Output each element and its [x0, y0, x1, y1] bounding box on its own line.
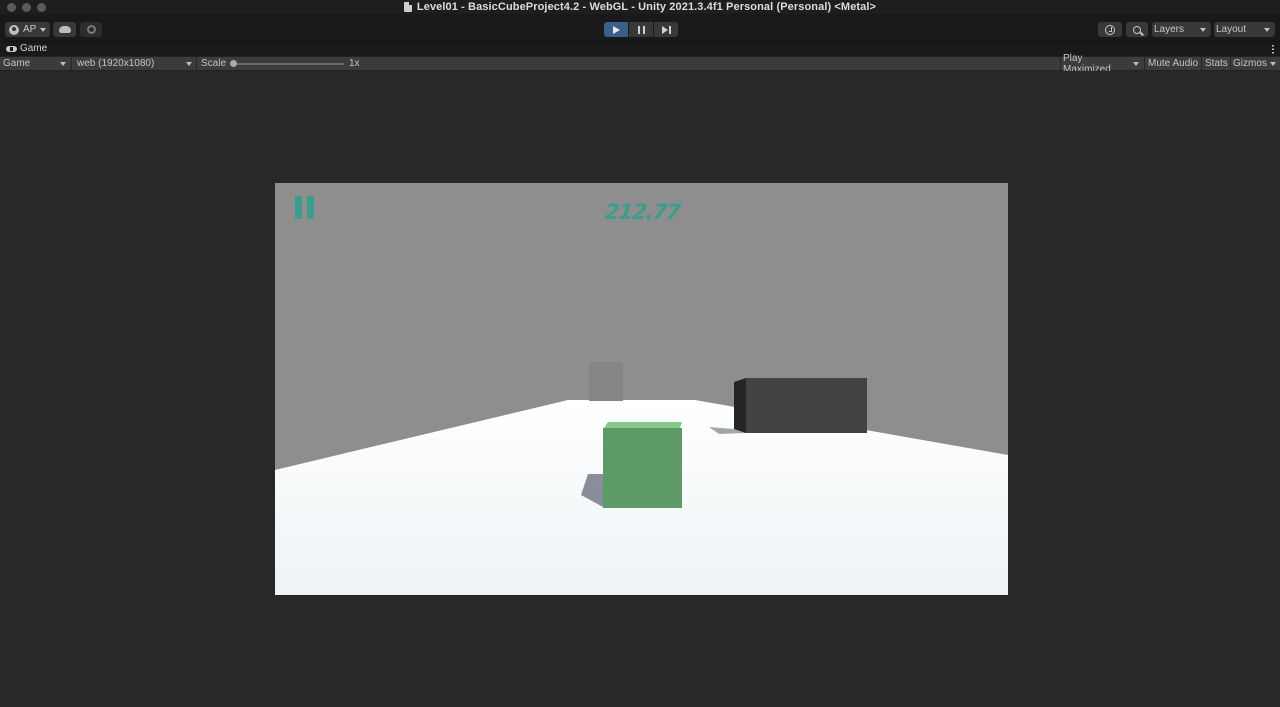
cloud-icon — [58, 26, 71, 33]
player-cube — [603, 428, 682, 508]
search-icon — [1133, 25, 1141, 34]
account-label: AP — [23, 24, 37, 35]
step-icon — [661, 25, 671, 34]
more-options-icon[interactable] — [1272, 44, 1274, 54]
gamepad-icon — [6, 45, 17, 52]
display-dropdown[interactable]: Game — [0, 57, 70, 70]
chevron-down-icon — [40, 27, 47, 32]
layout-dropdown[interactable]: Layout — [1214, 22, 1275, 37]
layers-dropdown[interactable]: Layers — [1152, 22, 1211, 37]
score-counter: 212.77 — [603, 200, 682, 224]
chevron-down-icon — [186, 61, 192, 66]
gear-icon — [86, 25, 96, 34]
cloud-button[interactable] — [53, 22, 76, 37]
layers-label: Layers — [1154, 24, 1185, 35]
title-bar: Level01 - BasicCubeProject4.2 - WebGL - … — [0, 0, 1280, 14]
distant-obstacle — [589, 362, 623, 401]
document-icon — [403, 2, 412, 12]
resolution-dropdown[interactable]: web (1920x1080) — [74, 57, 196, 70]
chevron-down-icon — [1264, 27, 1270, 32]
history-icon — [1105, 24, 1115, 35]
tab-game-label: Game — [20, 43, 48, 54]
resolution-label: web (1920x1080) — [77, 58, 155, 69]
step-button[interactable] — [654, 22, 678, 37]
tab-game[interactable]: Game — [6, 43, 47, 54]
play-button[interactable] — [604, 22, 628, 37]
pause-button[interactable] — [629, 22, 653, 37]
chevron-down-icon — [1270, 61, 1276, 66]
search-button[interactable] — [1126, 22, 1148, 37]
layout-label: Layout — [1216, 24, 1247, 35]
gizmos-label: Gizmos — [1233, 58, 1267, 69]
undo-history-button[interactable] — [1098, 22, 1122, 37]
play-maximized-dropdown[interactable]: Play Maximized — [1061, 53, 1143, 75]
stats-toggle[interactable]: Stats — [1205, 57, 1228, 70]
scale-slider-handle[interactable] — [230, 60, 237, 67]
separator — [196, 57, 197, 70]
gizmos-dropdown[interactable]: Gizmos — [1231, 57, 1280, 70]
game-view-toolbar: Game web (1920x1080) Scale 1x Play Maxim… — [0, 53, 1280, 75]
obstacle-block — [746, 378, 867, 433]
main-toolbar: AP Layers Layout — [0, 14, 1280, 42]
game-viewport[interactable]: 212.77 — [275, 183, 1008, 595]
separator — [1201, 57, 1202, 70]
account-icon — [9, 24, 19, 35]
scale-label: Scale — [201, 58, 227, 69]
chevron-down-icon — [1133, 61, 1139, 66]
account-dropdown[interactable]: AP — [5, 22, 50, 37]
chevron-down-icon — [1200, 27, 1206, 32]
separator — [71, 57, 72, 70]
window-title: Level01 - BasicCubeProject4.2 - WebGL - … — [416, 1, 877, 13]
pause-icon — [637, 25, 645, 34]
game-scene — [275, 183, 1008, 595]
play-controls — [604, 22, 678, 37]
display-label: Game — [3, 58, 31, 69]
obstacle-side — [734, 378, 746, 433]
scale-slider-track[interactable] — [234, 63, 344, 65]
scale-value: 1x — [349, 58, 360, 69]
player-top — [604, 422, 682, 428]
collab-button[interactable] — [80, 22, 102, 37]
play-icon — [612, 25, 620, 34]
chevron-down-icon — [60, 61, 66, 66]
separator — [1144, 57, 1145, 70]
mute-audio-toggle[interactable]: Mute Audio — [1148, 57, 1198, 70]
